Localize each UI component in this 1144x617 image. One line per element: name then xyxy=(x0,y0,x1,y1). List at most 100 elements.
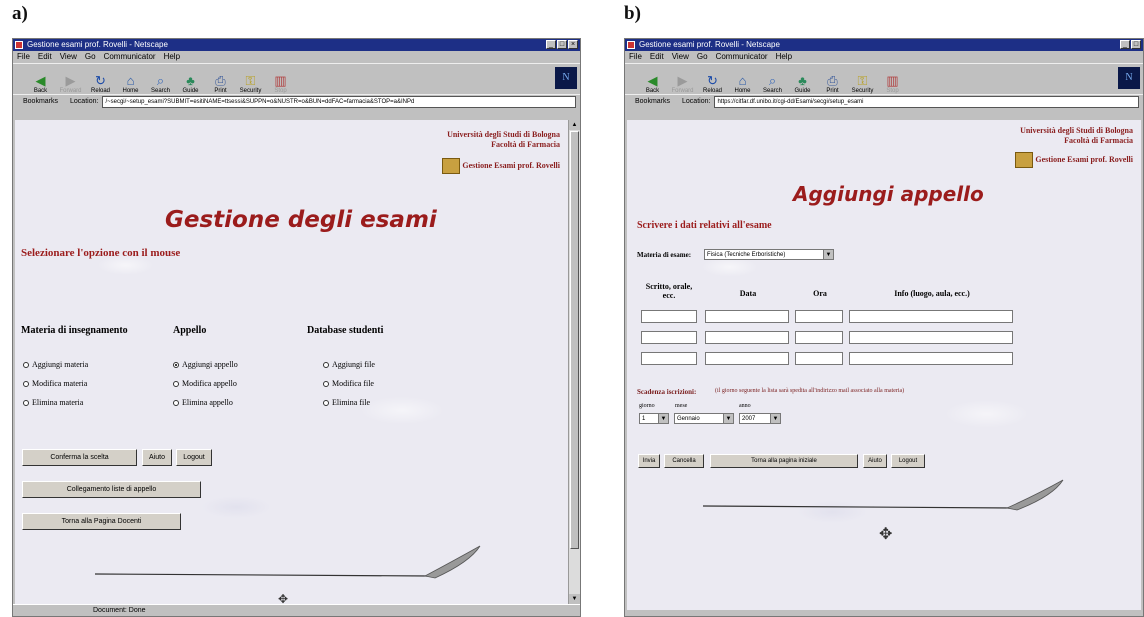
url-input[interactable]: https://citfar.df.unibo.it/cgi-dd/Esami/… xyxy=(714,95,1139,108)
radio-aggiungi-materia[interactable]: Aggiungi materia xyxy=(23,360,88,369)
security-button[interactable]: ⚿ Security xyxy=(849,66,876,94)
page-title: Gestione degli esami xyxy=(165,207,437,233)
menu-edit[interactable]: Edit xyxy=(650,51,664,63)
anno-select[interactable]: 2007 ▼ xyxy=(739,413,781,424)
menu-edit[interactable]: Edit xyxy=(38,51,52,63)
close-button[interactable]: × xyxy=(568,40,578,49)
scroll-up-arrow[interactable]: ▲ xyxy=(569,120,580,130)
col-materia-heading: Materia di insegnamento xyxy=(21,325,128,336)
logout-button[interactable]: Logout xyxy=(176,449,212,466)
info-input-3[interactable] xyxy=(849,352,1013,365)
radio-aggiungi-file[interactable]: Aggiungi file xyxy=(323,360,375,369)
browser-window-a: Gestione esami prof. Rovelli - Netscape … xyxy=(12,38,581,617)
home-button[interactable]: ⌂ Home xyxy=(729,66,756,94)
mese-select[interactable]: Gennaio ▼ xyxy=(674,413,734,424)
menu-help[interactable]: Help xyxy=(776,51,792,63)
radio-elimina-appello[interactable]: Elimina appello xyxy=(173,398,233,407)
forward-button[interactable]: ▶ Forward xyxy=(57,66,84,94)
radio-label: Modifica appello xyxy=(182,379,237,388)
bookmarks-button[interactable]: Bookmarks xyxy=(635,98,670,105)
reload-button[interactable]: ↻ Reload xyxy=(699,66,726,94)
ora-input-1[interactable] xyxy=(795,310,843,323)
data-input-1[interactable] xyxy=(705,310,789,323)
radio-modifica-materia[interactable]: Modifica materia xyxy=(23,379,87,388)
maximize-button[interactable]: □ xyxy=(1131,40,1141,49)
panel-label-b: b) xyxy=(624,3,641,24)
menu-communicator[interactable]: Communicator xyxy=(104,51,156,63)
menu-help[interactable]: Help xyxy=(164,51,180,63)
book-icon xyxy=(1015,152,1034,168)
print-button[interactable]: ⎙ Print xyxy=(207,66,234,94)
scritto-input-3[interactable] xyxy=(641,352,697,365)
stop-button[interactable]: ▥ Stop xyxy=(267,66,294,94)
print-icon: ⎙ xyxy=(215,73,226,88)
radio-dot xyxy=(323,380,329,387)
search-button[interactable]: ⌕ Search xyxy=(147,66,174,94)
collegamento-button[interactable]: Collegamento liste di appello xyxy=(22,481,201,498)
radio-aggiungi-appello[interactable]: Aggiungi appello xyxy=(173,360,238,369)
col-scritto-heading: Scritto, orale, ecc. xyxy=(645,282,693,300)
back-button[interactable]: ◀ Back xyxy=(639,66,666,94)
search-button[interactable]: ⌕ Search xyxy=(759,66,786,94)
home-label: Home xyxy=(734,88,751,94)
bookmarks-button[interactable]: Bookmarks xyxy=(23,98,58,105)
cancella-button[interactable]: Cancella xyxy=(664,454,704,468)
torna-docenti-button[interactable]: Torna alla Pagina Docenti xyxy=(22,513,181,530)
materia-select[interactable]: Fisica (Tecniche Erboristiche) ▼ xyxy=(704,249,834,260)
giorno-value: 1 xyxy=(642,416,646,422)
radio-label: Elimina file xyxy=(332,398,370,407)
giorno-select[interactable]: 1 ▼ xyxy=(639,413,669,424)
stop-button[interactable]: ▥ Stop xyxy=(879,66,906,94)
scritto-input-2[interactable] xyxy=(641,331,697,344)
menu-view[interactable]: View xyxy=(672,51,689,63)
vertical-scrollbar[interactable]: ▲ ▼ xyxy=(568,120,580,604)
status-bar: Document: Done xyxy=(13,604,580,616)
radio-modifica-file[interactable]: Modifica file xyxy=(323,379,374,388)
search-label: Search xyxy=(150,88,170,94)
guide-button[interactable]: ♣ Guide xyxy=(789,66,816,94)
guide-button[interactable]: ♣ Guide xyxy=(177,66,204,94)
scritto-input-1[interactable] xyxy=(641,310,697,323)
minimize-button[interactable]: _ xyxy=(546,40,556,49)
ora-input-2[interactable] xyxy=(795,331,843,344)
data-input-3[interactable] xyxy=(705,352,789,365)
invia-button[interactable]: Invia xyxy=(638,454,660,468)
scrollbar-thumb[interactable] xyxy=(570,131,579,549)
instruction-text: Selezionare l'opzione con il mouse xyxy=(21,247,181,259)
menu-file[interactable]: File xyxy=(17,51,30,63)
radio-elimina-file[interactable]: Elimina file xyxy=(323,398,370,407)
reload-button[interactable]: ↻ Reload xyxy=(87,66,114,94)
forward-button[interactable]: ▶ Forward xyxy=(669,66,696,94)
menu-go[interactable]: Go xyxy=(85,51,96,63)
url-input[interactable]: /~secgi/~setup_esami?SUBMIT=esitiNAME=tt… xyxy=(102,95,576,108)
radio-label: Elimina materia xyxy=(32,398,84,407)
home-button[interactable]: ⌂ Home xyxy=(117,66,144,94)
menu-go[interactable]: Go xyxy=(697,51,708,63)
aiuto-button[interactable]: Aiuto xyxy=(863,454,887,468)
ora-input-3[interactable] xyxy=(795,352,843,365)
conferma-button[interactable]: Conferma la scelta xyxy=(22,449,137,466)
torna-iniziale-button[interactable]: Torna alla pagina iniziale xyxy=(710,454,858,468)
reload-label: Reload xyxy=(702,88,722,94)
logout-button[interactable]: Logout xyxy=(891,454,925,468)
data-input-2[interactable] xyxy=(705,331,789,344)
security-button[interactable]: ⚿ Security xyxy=(237,66,264,94)
info-input-1[interactable] xyxy=(849,310,1013,323)
radio-elimina-materia[interactable]: Elimina materia xyxy=(23,398,83,407)
back-button[interactable]: ◀ Back xyxy=(27,66,54,94)
minimize-button[interactable]: _ xyxy=(1120,40,1130,49)
maximize-button[interactable]: □ xyxy=(557,40,567,49)
radio-label: Aggiungi file xyxy=(332,360,375,369)
menu-communicator[interactable]: Communicator xyxy=(716,51,768,63)
menu-file[interactable]: File xyxy=(629,51,642,63)
menu-view[interactable]: View xyxy=(60,51,77,63)
radio-modifica-appello[interactable]: Modifica appello xyxy=(173,379,237,388)
faculty-name: Facoltà di Farmacia xyxy=(1064,136,1133,145)
window-controls: _ □ xyxy=(1120,40,1141,49)
aiuto-button[interactable]: Aiuto xyxy=(142,449,172,466)
radio-dot xyxy=(173,399,179,406)
scroll-down-arrow[interactable]: ▼ xyxy=(569,594,580,604)
radio-label: Modifica file xyxy=(332,379,374,388)
print-button[interactable]: ⎙ Print xyxy=(819,66,846,94)
info-input-2[interactable] xyxy=(849,331,1013,344)
